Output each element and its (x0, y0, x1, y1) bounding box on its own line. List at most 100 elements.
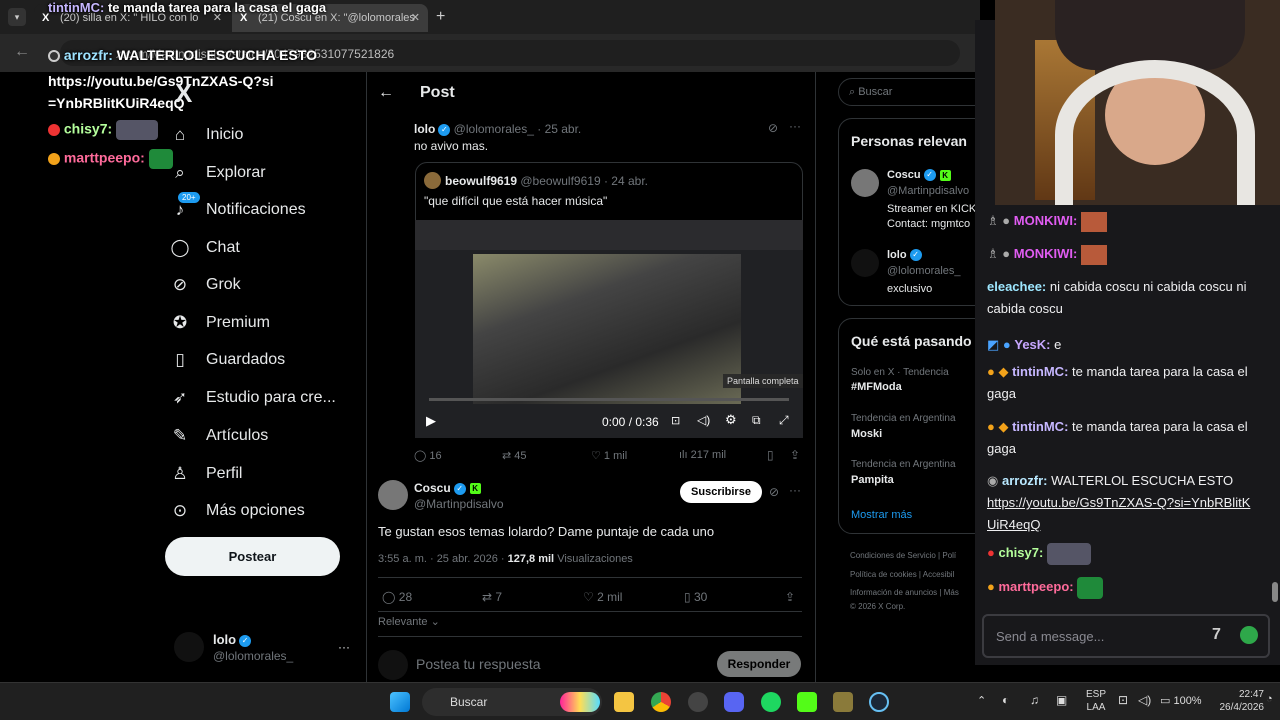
app-icon[interactable] (833, 692, 853, 712)
retweet-count[interactable]: ⇄ 7 (482, 590, 502, 604)
like-count[interactable]: ♡ 2 mil (583, 590, 622, 604)
reply-input[interactable]: Postea tu respuesta (416, 656, 541, 672)
account-name[interactable]: lolo ✓ (213, 632, 252, 647)
emote-picker-icon[interactable]: 7 (1212, 626, 1221, 644)
file-explorer-icon[interactable] (614, 692, 634, 712)
nav-item-more[interactable]: ⊙ Más opciones (170, 496, 305, 526)
app-icon[interactable] (688, 692, 708, 712)
discord-icon[interactable] (724, 692, 744, 712)
nav-item-chat[interactable]: ◯ Chat (170, 233, 239, 263)
share-icon[interactable]: ⇪ (790, 448, 800, 462)
trend-item[interactable]: Pampita (851, 474, 894, 486)
tweet-more-icon[interactable]: ··· (789, 483, 801, 497)
nav-item-premium[interactable]: ✪ Premium (170, 308, 270, 338)
grok-action-icon[interactable]: ⊘ (768, 121, 778, 135)
video-player[interactable] (415, 220, 803, 438)
tweet-more-icon[interactable]: ··· (789, 119, 801, 133)
play-icon[interactable]: ▶ (426, 413, 436, 429)
verified-badge-icon: ✓ (453, 482, 466, 495)
quote-avatar (424, 172, 441, 189)
share-icon[interactable]: ⇪ (785, 590, 795, 604)
more-circle-icon: ⊙ (172, 501, 188, 520)
tweet1-author[interactable]: lolo ✓ @lolomorales_ · 25 abr. (414, 122, 581, 136)
chat-bubble-icon: ◯ (170, 238, 190, 257)
overlay-line-1: tintinMC: te manda tarea para la casa el… (48, 0, 327, 15)
like-count[interactable]: ♡ 1 mil (591, 449, 627, 462)
nav-item-creator-studio[interactable]: ➶ Estudio para cre... (170, 383, 336, 413)
bookmark-count[interactable]: ▯ 30 (684, 590, 707, 604)
account-menu-icon[interactable]: ··· (338, 640, 350, 654)
language-indicator[interactable]: ESP LAA (1086, 688, 1106, 714)
tab-list-button[interactable]: ▾ (8, 8, 26, 26)
nav-item-notifications[interactable]: ♪ 20+ Notificaciones (170, 192, 306, 225)
retweet-count[interactable]: ⇄ 45 (502, 449, 527, 462)
person-avatar[interactable] (851, 169, 879, 197)
footer-link[interactable]: Información de anuncios | Más (850, 588, 959, 597)
tray-chevron-icon[interactable]: ⌃ (977, 694, 986, 707)
post-button[interactable]: Postear (165, 537, 340, 576)
close-tab-icon[interactable]: ✕ (411, 11, 420, 24)
kick-emote-icon[interactable] (1240, 626, 1258, 644)
nav-item-home[interactable]: ⌂ Inicio (170, 120, 244, 150)
page-title: Post (420, 84, 455, 101)
battery-indicator[interactable]: ▭ 100% (1160, 694, 1202, 707)
footer-link[interactable]: Condiciones de Servicio | Polí (850, 551, 956, 560)
search-input[interactable]: ⌕ Buscar (838, 78, 988, 106)
nav-item-grok[interactable]: ⊘ Grok (170, 270, 241, 300)
nav-item-explore[interactable]: ⌕ Explorar (170, 158, 265, 188)
clock[interactable]: 22:47 26/4/2026 (1216, 688, 1265, 714)
pip-icon[interactable]: ⧉ (752, 413, 761, 428)
chat-scrollbar[interactable] (1272, 582, 1278, 602)
footer-link[interactable]: Política de cookies | Accesibil (850, 570, 954, 579)
chat-message: ◩ ● YesK: e (987, 337, 1062, 352)
reply-button[interactable]: Responder (717, 651, 801, 677)
steam-icon[interactable] (869, 692, 889, 712)
overlay-badge-icon (48, 50, 60, 63)
tray-icon[interactable]: ▣ (1056, 693, 1067, 707)
kick-icon[interactable] (797, 692, 817, 712)
chat-message: ♗ ● MONKIWI: (987, 210, 1257, 232)
nav-item-bookmarks[interactable]: ▯ Guardados (170, 345, 285, 375)
windows-start-icon[interactable] (390, 692, 410, 712)
person-name[interactable]: Coscu ✓ K (887, 169, 951, 182)
reply-count[interactable]: ◯ 16 (414, 449, 442, 462)
video-frame (473, 254, 741, 404)
trend-item[interactable]: Moski (851, 428, 882, 440)
show-more-link[interactable]: Mostrar más (851, 509, 912, 521)
chat-link[interactable]: https://youtu.be/Gs9TnZXAS-Q?si=YnbRBlit… (987, 492, 1257, 536)
bookmark-icon[interactable]: ▯ (767, 448, 774, 462)
coscu-avatar[interactable] (378, 480, 408, 510)
relevant-people-title: Personas relevan (851, 133, 967, 149)
back-icon[interactable]: ← (14, 43, 30, 61)
progress-bar (429, 398, 789, 401)
back-arrow-icon[interactable]: ← (378, 84, 394, 102)
tweet2-author-name[interactable]: Coscu ✓ K (414, 481, 481, 495)
chrome-icon[interactable] (651, 692, 671, 712)
fullscreen-icon[interactable]: ⤢ (779, 413, 789, 428)
notification-icon[interactable]: ◔ (1266, 693, 1273, 705)
account-avatar[interactable] (174, 632, 204, 662)
person-name[interactable]: lolo ✓ (887, 249, 922, 262)
mic-icon[interactable]: ♫ (1030, 693, 1039, 707)
trend-item[interactable]: #MFModa (851, 381, 902, 393)
sort-dropdown[interactable]: Relevante ⌄ (378, 615, 440, 628)
chat-message: ♗ ● MONKIWI: (987, 243, 1257, 265)
settings-icon[interactable]: ⚙ (725, 412, 737, 428)
grok-action-icon[interactable]: ⊘ (769, 485, 779, 499)
nav-item-articles[interactable]: ✎ Artículos (170, 421, 268, 451)
spotify-icon[interactable] (761, 692, 781, 712)
new-tab-button[interactable]: + (436, 8, 445, 26)
person-avatar[interactable] (851, 249, 879, 277)
subscribe-button[interactable]: Suscribirse (680, 481, 762, 503)
volume-icon[interactable]: ◁) (697, 413, 710, 427)
reply-count[interactable]: ◯ 28 (382, 590, 412, 604)
verified-badge-icon: ✓ (239, 634, 252, 647)
volume-icon[interactable]: ◁) (1138, 693, 1151, 707)
tweet2-text: Te gustan esos temas lolardo? Dame punta… (378, 524, 715, 539)
chat-input[interactable]: Send a message... 7 (982, 614, 1270, 658)
tray-icon[interactable]: ◐ (1002, 693, 1009, 707)
view-count[interactable]: ılı 217 mil (679, 449, 726, 461)
nav-item-profile[interactable]: ♙ Perfil (170, 459, 242, 489)
network-icon[interactable]: ⊡ (1118, 693, 1128, 707)
captions-icon[interactable]: ⊡ (671, 414, 680, 427)
